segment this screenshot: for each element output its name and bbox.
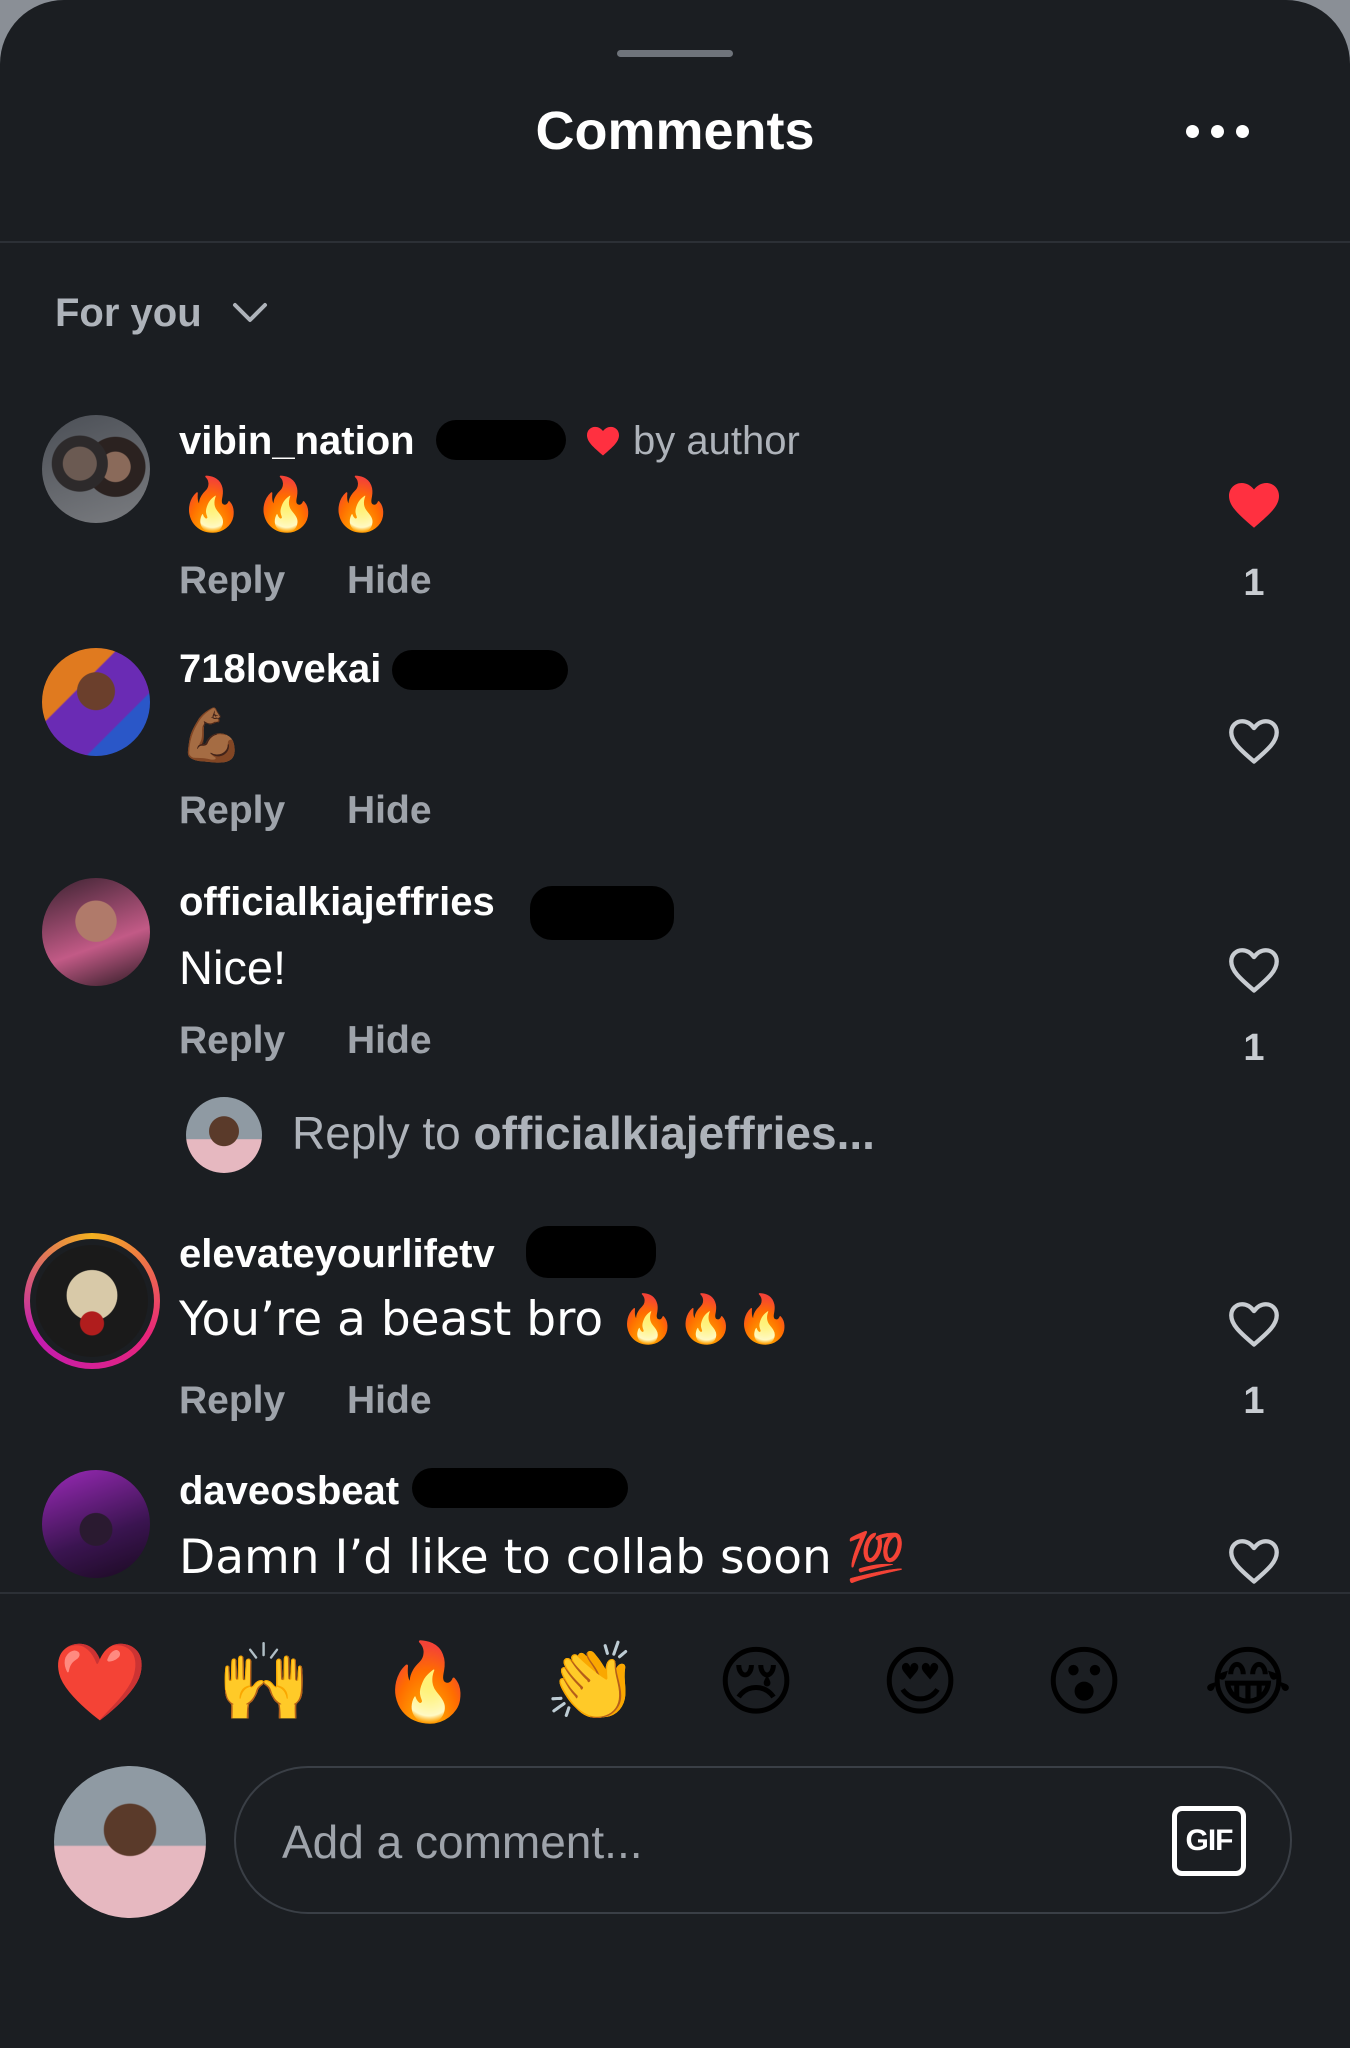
sort-filter-dropdown[interactable]: For you (55, 286, 268, 340)
add-comment-input[interactable] (280, 1802, 1104, 1882)
chevron-down-icon (232, 303, 267, 322)
comment-username[interactable]: vibin_nation (179, 417, 415, 465)
comment-text: Damn I’d like to collab soon 💯 (179, 1530, 906, 1585)
reply-button[interactable]: Reply (179, 557, 285, 605)
comment-username[interactable]: 718lovekai (179, 645, 381, 693)
current-user-avatar (186, 1097, 262, 1173)
comment-text: 💪🏾 (179, 706, 244, 766)
avatar[interactable] (42, 878, 150, 986)
redacted-mark (392, 650, 568, 690)
avatar[interactable] (42, 648, 150, 756)
reaction-cry[interactable]: 😢 (708, 1634, 804, 1730)
sort-filter-label: For you (55, 290, 202, 335)
hide-button[interactable]: Hide (347, 1017, 432, 1065)
page-title: Comments (535, 101, 815, 161)
hide-button[interactable]: Hide (347, 787, 432, 835)
reaction-laugh[interactable]: 😂 (1200, 1634, 1296, 1730)
gif-button[interactable]: GIF (1172, 1806, 1246, 1876)
redacted-mark (526, 1226, 656, 1278)
comment-text: You’re a beast bro 🔥🔥🔥 (179, 1292, 794, 1347)
reaction-heart-eyes[interactable]: 😍 (872, 1634, 968, 1730)
redacted-mark (412, 1468, 628, 1508)
like-heart-icon[interactable] (1226, 945, 1282, 995)
like-heart-filled-icon[interactable] (1226, 480, 1282, 530)
header-divider (0, 241, 1350, 243)
quick-reactions-bar: ❤️ 🙌 🔥 👏 😢 😍 😮 😂 (0, 1592, 1350, 1764)
reply-button[interactable]: Reply (179, 787, 285, 835)
redacted-mark (530, 886, 674, 940)
more-options-icon[interactable] (1186, 119, 1250, 143)
avatar[interactable] (42, 1470, 150, 1578)
reply-to-username: officialkiajeffries... (473, 1107, 875, 1159)
reply-button[interactable]: Reply (179, 1377, 285, 1425)
reaction-fire[interactable]: 🔥 (380, 1634, 476, 1730)
reply-to-prefix: Reply to (292, 1107, 474, 1159)
comment-username[interactable]: elevateyourlifetv (179, 1230, 495, 1278)
by-author-label: by author (633, 419, 800, 463)
story-ring-avatar[interactable] (24, 1233, 160, 1369)
reaction-raised-hands[interactable]: 🙌 (216, 1634, 312, 1730)
comment-composer: GIF (234, 1766, 1292, 1914)
like-heart-icon[interactable] (1226, 1536, 1282, 1586)
reply-button[interactable]: Reply (179, 1017, 285, 1065)
drag-handle[interactable] (617, 50, 733, 57)
current-user-avatar (54, 1766, 206, 1918)
like-count: 1 (1243, 1380, 1265, 1422)
comment-username[interactable]: daveosbeat (179, 1467, 399, 1515)
reaction-surprised[interactable]: 😮 (1036, 1634, 1132, 1730)
redacted-mark (436, 420, 566, 460)
hide-button[interactable]: Hide (347, 1377, 432, 1425)
like-count: 1 (1243, 1027, 1265, 1069)
reaction-heart[interactable]: ❤️ (52, 1634, 148, 1730)
like-heart-icon[interactable] (1226, 716, 1282, 766)
hide-button[interactable]: Hide (347, 557, 432, 605)
heart-filled-icon (587, 426, 619, 456)
comments-sheet: Comments For you vibin_nation by author … (0, 0, 1350, 2048)
comment-text: Nice! (179, 941, 287, 994)
comment-text: 🔥🔥🔥 (179, 475, 404, 535)
reaction-clap[interactable]: 👏 (544, 1634, 640, 1730)
liked-by-author-badge: by author (585, 417, 800, 465)
like-heart-icon[interactable] (1226, 1299, 1282, 1349)
reply-to-text: Reply to officialkiajeffries... (292, 1105, 875, 1161)
comment-username[interactable]: officialkiajeffries (179, 878, 495, 926)
like-count: 1 (1243, 562, 1265, 604)
avatar[interactable] (42, 415, 150, 523)
